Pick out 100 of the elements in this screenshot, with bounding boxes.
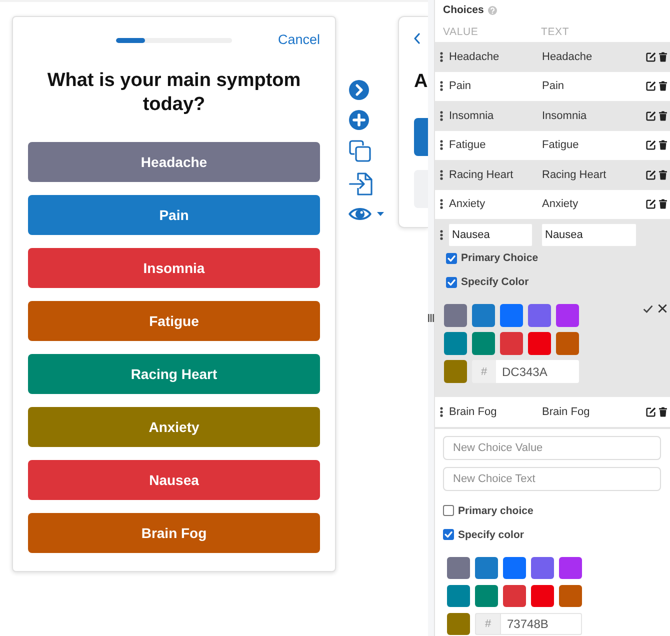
resize-grip-icon[interactable] [428,314,434,322]
color-swatch-icon[interactable] [444,304,467,327]
trash-icon[interactable] [659,199,667,210]
color-swatch-icon[interactable] [559,584,582,606]
column-header: VALUE [443,26,480,38]
trash-icon[interactable] [659,140,667,150]
cancel-link[interactable]: Cancel [278,33,320,47]
drag-handle-icon[interactable] [440,140,443,150]
hex-color-input[interactable]: DC343A [496,360,579,383]
color-swatch-icon[interactable] [444,332,467,355]
drag-handle-icon[interactable] [440,230,443,240]
checkbox-label: Specify color [458,528,524,540]
drag-handle-icon[interactable] [440,199,443,210]
edit-icon[interactable] [646,81,656,92]
choice-value: Anxiety [449,198,486,210]
caret-icon [377,212,384,216]
eye-icon [348,206,372,222]
choice-value: Brain Fog [449,406,498,418]
trash-icon[interactable] [659,406,667,417]
checkbox[interactable] [443,529,454,540]
edit-icon[interactable] [646,406,656,417]
answer-button[interactable]: Pain [28,195,320,235]
hash-prefix: # [475,612,500,634]
color-swatch-icon[interactable] [447,584,470,606]
choice-value: Insomnia [449,110,495,122]
choice-text: Pain [542,80,566,92]
choice-row[interactable]: Insomnia Insomnia [435,101,670,130]
drag-handle-icon[interactable] [440,81,443,92]
checkbox[interactable] [446,252,457,264]
value-input[interactable]: Nausea [449,224,532,246]
choice-text: Racing Heart [542,168,608,181]
choice-row[interactable]: Headache Headache [435,42,670,72]
color-swatch-icon[interactable] [531,584,554,606]
hash-prefix: # [472,360,496,383]
color-swatch-icon[interactable] [500,332,523,355]
choice-value: Headache [449,50,500,63]
question-text: A [414,70,428,94]
choice-text: Brain Fog [542,406,591,418]
choice-text: Headache [542,50,594,63]
color-swatch-icon[interactable] [475,556,498,578]
file-import-icon[interactable] [349,172,373,196]
answer-button[interactable]: Headache [28,142,320,182]
choice-text: Fatigue [542,139,580,152]
color-swatch-icon[interactable] [556,332,579,355]
edit-icon[interactable] [646,140,656,150]
check-icon[interactable] [643,304,653,312]
choice-value: Pain [449,80,472,92]
color-swatch-icon[interactable] [503,556,526,578]
answer-button[interactable]: Insomnia [28,248,320,288]
drag-handle-icon[interactable] [440,52,443,62]
color-swatch-icon[interactable] [559,556,582,578]
color-swatch-icon[interactable] [447,612,470,634]
choice-row[interactable]: Racing Heart Racing Heart [435,160,670,190]
copy-icon[interactable] [349,140,371,162]
choice-text: Anxiety [542,198,580,210]
color-swatch-icon[interactable] [528,304,551,327]
new-value-input[interactable]: New Choice Value [443,436,661,460]
drag-handle-icon[interactable] [440,110,443,121]
trash-icon[interactable] [659,110,667,121]
close-icon[interactable] [658,304,667,313]
next-circle-icon[interactable] [349,80,369,100]
column-header: TEXT [541,26,570,38]
answer-button[interactable]: Anxiety [28,407,320,447]
question-text: What is your main symptom today? [46,69,302,117]
answer-button[interactable]: Nausea [28,460,320,500]
edit-icon[interactable] [646,52,656,62]
text-input[interactable]: Nausea [542,224,636,246]
hex-color-input[interactable]: 73748B [500,612,582,634]
checkbox[interactable] [446,276,457,288]
section-title: Choices [443,4,484,16]
answer-button[interactable]: Brain Fog [28,513,320,553]
trash-icon[interactable] [659,170,667,180]
add-circle-icon[interactable] [349,110,369,130]
color-swatch-icon[interactable] [528,332,551,355]
trash-icon[interactable] [659,52,667,62]
checkbox-label: Primary choice [458,504,534,516]
answer-button[interactable]: Fatigue [28,301,320,341]
answer-button[interactable]: Racing Heart [28,354,320,394]
choice-text: Insomnia [542,110,588,122]
color-swatch-icon[interactable] [503,584,526,606]
choice-value: Fatigue [449,139,487,152]
trash-icon[interactable] [659,81,667,92]
checkbox[interactable] [443,505,454,516]
preview-dropdown-button[interactable] [348,206,384,222]
back-chevron-icon[interactable] [414,33,420,44]
color-swatch-icon[interactable] [444,360,467,383]
color-swatch-icon[interactable] [556,304,579,327]
color-swatch-icon[interactable] [472,332,495,355]
color-swatch-icon[interactable] [472,304,495,327]
edit-icon[interactable] [646,199,656,210]
color-swatch-icon[interactable] [475,584,498,606]
color-swatch-icon[interactable] [447,556,470,578]
drag-handle-icon[interactable] [440,170,443,180]
drag-handle-icon[interactable] [440,406,443,417]
color-swatch-icon[interactable] [531,556,554,578]
color-swatch-icon[interactable] [500,304,523,327]
choice-value: Racing Heart [449,168,514,181]
new-text-input[interactable]: New Choice Text [443,466,661,490]
edit-icon[interactable] [646,170,656,180]
edit-icon[interactable] [646,110,656,121]
